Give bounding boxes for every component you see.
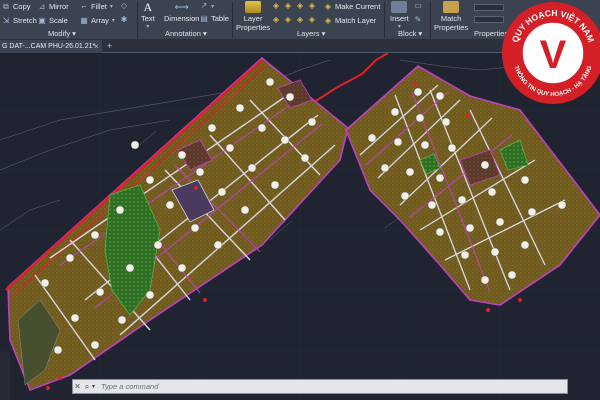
left-edge-panel [0, 352, 10, 400]
mirror-button[interactable]: ⊿ Mirror [38, 2, 69, 11]
stretch-label: Stretch [13, 16, 37, 25]
leader-icon: ↗ [200, 1, 208, 10]
fillet-label: Fillet [91, 2, 107, 11]
close-icon[interactable]: ✕ [73, 382, 82, 391]
layer-properties-icon [245, 1, 262, 13]
text-label: Text [141, 14, 155, 23]
array-dropdown-icon: ▾ [111, 18, 115, 24]
dimension-icon: ⟷ [174, 2, 189, 13]
text-dropdown-icon: ▾ [146, 24, 150, 30]
fillet-dropdown-icon: ▾ [109, 4, 113, 10]
create-block-icon: ▭ [414, 1, 422, 10]
mirror-icon: ⊿ [38, 1, 46, 11]
match-properties-icon [443, 1, 460, 13]
autocad-window: ⧉ Copy ⊿ Mirror ⌐ Fillet ▾ ◇ ⇲ Stretch ▣ Scale… [0, 0, 600, 400]
array-button[interactable]: ▦ Array ▾ [80, 16, 115, 25]
erase-icon: ◇ [120, 1, 128, 10]
create-block-button[interactable]: ▭ [414, 2, 422, 10]
table-icon: ▤ [200, 13, 208, 23]
layer-tools-row-1: ◈ ◈ ◈ ◈ [272, 2, 316, 10]
panel-divider [430, 2, 431, 38]
panel-divider [384, 2, 385, 38]
scale-button[interactable]: ▣ Scale [38, 16, 68, 25]
layer-unlock-icon[interactable]: ◈ [308, 16, 316, 24]
left-zone: ...................... .................… [5, 56, 349, 392]
make-current-label: Make Current [335, 2, 381, 11]
table-button[interactable]: ▤ Table [200, 14, 229, 23]
mirror-label: Mirror [49, 2, 69, 11]
insert-label: Insert [390, 14, 409, 23]
layer-isolate-icon[interactable]: ◈ [284, 2, 292, 10]
stretch-button[interactable]: ⇲ Stretch [2, 16, 37, 25]
dimension-button[interactable]: ⟷ Dimension [164, 1, 199, 23]
fillet-icon: ⌐ [81, 1, 87, 11]
make-current-button[interactable]: ◈ Make Current [324, 1, 381, 11]
edit-block-button[interactable]: ✎ [414, 16, 422, 24]
layer-off-icon[interactable]: ◈ [272, 2, 280, 10]
layers-panel-label[interactable]: Layers ▾ [297, 29, 325, 38]
panel-divider [137, 2, 138, 38]
match-layer-icon: ◈ [324, 15, 332, 25]
quy-hoach-viet-nam-logo: QUY HOẠCH VIỆT NAM THÔNG TIN QUY HOẠCH -… [502, 2, 600, 104]
svg-text:V: V [540, 33, 567, 77]
text-button[interactable]: A Text ▾ [141, 1, 155, 32]
layer-unisolate-icon[interactable]: ◈ [284, 16, 292, 24]
leader-dropdown-icon: ▾ [211, 3, 215, 10]
road-label: ................. [383, 216, 399, 229]
red-highway [307, 53, 389, 107]
match-properties-label-1: Match [440, 14, 462, 23]
copy-label: Copy [13, 2, 31, 11]
modify-panel-label[interactable]: Modify ▾ [48, 29, 76, 38]
layer-properties-label-1: Layer [243, 14, 263, 23]
array-icon: ▦ [80, 15, 88, 25]
layer-tools-row-2: ◈ ◈ ◈ ◈ [272, 16, 316, 24]
scale-icon: ▣ [38, 15, 46, 25]
text-icon: A [143, 0, 153, 14]
annotation-panel-label[interactable]: Annotation ▾ [165, 29, 207, 38]
new-tab-plus-icon[interactable]: + [107, 40, 112, 53]
command-history-icon[interactable]: ⌕ [82, 382, 92, 392]
array-label: Array [91, 16, 109, 25]
match-layer-button[interactable]: ◈ Match Layer [324, 16, 376, 25]
make-current-icon: ◈ [324, 1, 332, 11]
layer-on-icon[interactable]: ◈ [272, 16, 280, 24]
dimension-label: Dimension [164, 14, 200, 23]
command-line: ✕ ⌕ ▾ [72, 379, 568, 394]
layer-lock-icon[interactable]: ◈ [308, 2, 316, 10]
match-properties-label-2: Properties [434, 23, 469, 32]
explode-icon: ✱ [120, 15, 128, 24]
copy-icon: ⧉ [3, 1, 9, 11]
scale-label: Scale [49, 16, 68, 25]
road-label: ...................... [138, 129, 157, 146]
copy-button[interactable]: ⧉ Copy [2, 1, 31, 11]
block-panel-label[interactable]: Block ▾ [398, 29, 422, 38]
command-input[interactable] [98, 380, 567, 393]
erase-button[interactable]: ◇ [120, 2, 128, 10]
layer-properties-label-2: Properties [236, 23, 271, 32]
match-layer-label: Match Layer [335, 16, 377, 25]
insert-button[interactable]: Insert ▾ [390, 1, 409, 32]
match-properties-button[interactable]: Match Properties [434, 1, 468, 32]
close-icon[interactable]: × [94, 40, 99, 53]
file-tab[interactable]: G DAT-...CAM PHU-26.01.21* [0, 40, 102, 53]
leader-button[interactable]: ↗ ▾ [200, 2, 214, 10]
layer-freeze-icon[interactable]: ◈ [296, 2, 304, 10]
table-label: Table [211, 14, 229, 23]
file-tab-label: G DAT-...CAM PHU-26.01.21* [2, 43, 96, 50]
insert-icon [391, 1, 408, 13]
stretch-icon: ⇲ [2, 15, 10, 25]
edit-block-icon: ✎ [414, 15, 422, 24]
panel-divider [232, 2, 233, 38]
explode-button[interactable]: ✱ [120, 16, 128, 24]
layer-properties-button[interactable]: Layer Properties [236, 1, 270, 32]
fillet-button[interactable]: ⌐ Fillet ▾ [80, 2, 113, 11]
layer-thaw-icon[interactable]: ◈ [296, 16, 304, 24]
